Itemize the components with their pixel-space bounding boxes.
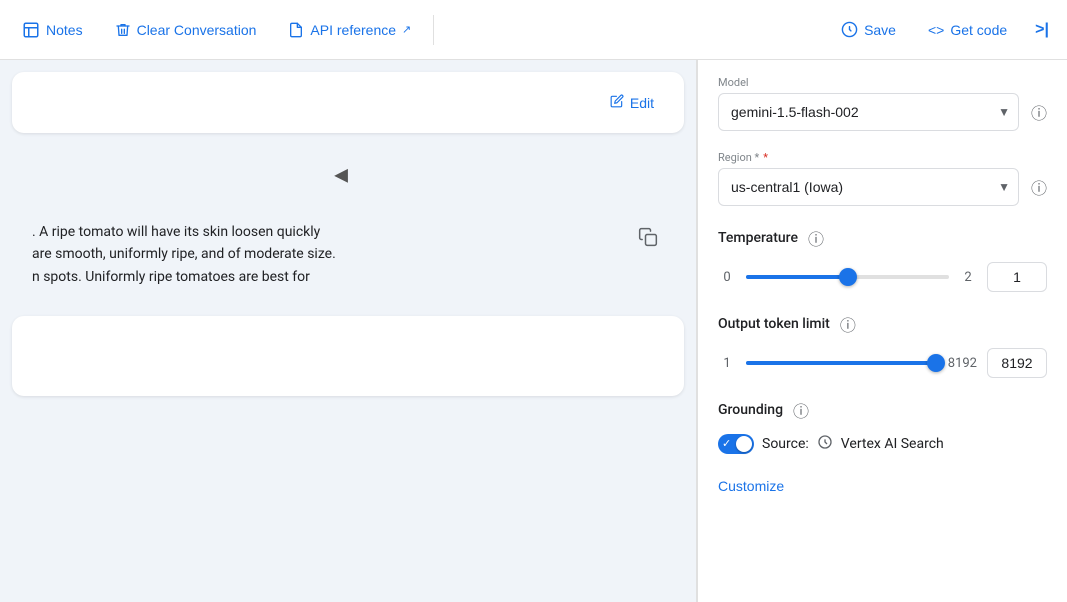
main-layout: Edit ◀ . A ripe tomato will have its ski… (0, 60, 1067, 602)
temperature-value-input[interactable] (987, 262, 1047, 292)
save-icon (841, 21, 858, 38)
token-limit-title: Output token limit ⓘ (718, 312, 1047, 336)
region-field-group: Region * us-central1 (Iowa)us-east1europ… (718, 151, 1047, 206)
edit-icon (610, 94, 624, 111)
temperature-label: Temperature (718, 230, 798, 246)
region-help-icon[interactable]: ⓘ (1031, 175, 1047, 199)
region-select-wrapper: us-central1 (Iowa)us-east1europe-west1 ▼ (718, 168, 1019, 206)
token-thumb[interactable] (927, 354, 945, 372)
temperature-title: Temperature ⓘ (718, 226, 1047, 250)
toggle-check-icon: ✓ (722, 436, 731, 452)
token-fill (746, 361, 936, 365)
temperature-slider-track[interactable] (746, 275, 949, 279)
cursor-area: ◀ (0, 145, 696, 205)
token-limit-label: Output token limit (718, 316, 830, 332)
temperature-slider-row: 0 2 (718, 262, 1047, 292)
toggle-knob (736, 436, 752, 452)
region-select[interactable]: us-central1 (Iowa)us-east1europe-west1 (719, 169, 1018, 205)
notes-icon (22, 21, 40, 39)
response-line-2: are smooth, uniformly ripe, and of moder… (32, 243, 664, 265)
input-card (12, 316, 684, 396)
model-select[interactable]: gemini-1.5-flash-002gemini-1.5-pro-002ge… (719, 94, 1018, 130)
token-max-label: 8192 (948, 356, 977, 371)
model-field-group: Model gemini-1.5-flash-002gemini-1.5-pro… (718, 76, 1047, 131)
temperature-max-label: 2 (959, 270, 977, 285)
get-code-icon: <> (928, 22, 944, 38)
customize-label: Customize (718, 478, 784, 494)
temperature-thumb[interactable] (839, 268, 857, 286)
response-line-1: . A ripe tomato will have its skin loose… (32, 221, 664, 243)
get-code-label: Get code (950, 22, 1007, 38)
get-code-button[interactable]: <> Get code (914, 14, 1021, 46)
token-slider-track[interactable] (746, 361, 938, 365)
grounding-source-row: ✓ Source: Vertex AI Search (718, 434, 1047, 454)
region-select-row: us-central1 (Iowa)us-east1europe-west1 ▼… (718, 168, 1047, 206)
region-label: Region * (718, 151, 1047, 164)
api-icon (288, 21, 304, 39)
token-limit-section: Output token limit ⓘ 1 8192 (718, 312, 1047, 378)
vertex-ai-label: Vertex AI Search (841, 436, 944, 452)
grounding-help-icon[interactable]: ⓘ (793, 398, 809, 422)
save-label: Save (864, 22, 896, 38)
edit-button[interactable]: Edit (600, 88, 664, 117)
grounding-title: Grounding ⓘ (718, 398, 1047, 422)
temperature-section: Temperature ⓘ 0 2 (718, 226, 1047, 292)
customize-button[interactable]: Customize (718, 474, 784, 498)
api-label: API reference (310, 22, 396, 38)
copy-button[interactable] (632, 221, 664, 258)
content-area: Edit ◀ . A ripe tomato will have its ski… (0, 60, 696, 602)
edit-label: Edit (630, 95, 654, 111)
temperature-fill (746, 275, 848, 279)
model-label: Model (718, 76, 1047, 89)
token-min-label: 1 (718, 356, 736, 371)
clear-label: Clear Conversation (137, 22, 257, 38)
temperature-min-label: 0 (718, 270, 736, 285)
save-button[interactable]: Save (827, 13, 910, 46)
clear-conversation-button[interactable]: Clear Conversation (101, 13, 271, 47)
cursor-indicator: ◀ (334, 165, 348, 186)
right-panel: Model gemini-1.5-flash-002gemini-1.5-pro… (697, 60, 1067, 602)
toolbar-right-actions: Save <> Get code >| (827, 13, 1059, 47)
response-text: . A ripe tomato will have its skin loose… (32, 221, 664, 288)
collapse-icon: >| (1035, 21, 1049, 39)
notes-label: Notes (46, 22, 83, 38)
copy-icon (638, 234, 658, 251)
token-value-input[interactable] (987, 348, 1047, 378)
model-select-wrapper: gemini-1.5-flash-002gemini-1.5-pro-002ge… (718, 93, 1019, 131)
edit-card: Edit (12, 72, 684, 133)
collapse-panel-button[interactable]: >| (1025, 13, 1059, 47)
token-slider-row: 1 8192 (718, 348, 1047, 378)
grounding-label: Grounding (718, 402, 783, 418)
vertex-icon (817, 434, 833, 454)
toolbar-divider (433, 15, 434, 45)
api-reference-button[interactable]: API reference ↗ (274, 13, 425, 47)
temperature-help-icon[interactable]: ⓘ (808, 226, 824, 250)
toolbar: Notes Clear Conversation API reference ↗ (0, 0, 1067, 60)
grounding-section: Grounding ⓘ ✓ Source: (718, 398, 1047, 454)
response-line-3: n spots. Uniformly ripe tomatoes are bes… (32, 266, 664, 288)
model-select-row: gemini-1.5-flash-002gemini-1.5-pro-002ge… (718, 93, 1047, 131)
clear-icon (115, 21, 131, 39)
token-limit-help-icon[interactable]: ⓘ (840, 312, 856, 336)
model-help-icon[interactable]: ⓘ (1031, 100, 1047, 124)
response-card: . A ripe tomato will have its skin loose… (12, 205, 684, 304)
grounding-toggle[interactable]: ✓ (718, 434, 754, 454)
external-link-icon: ↗ (402, 23, 411, 36)
notes-button[interactable]: Notes (8, 13, 97, 47)
source-label: Source: (762, 436, 809, 452)
